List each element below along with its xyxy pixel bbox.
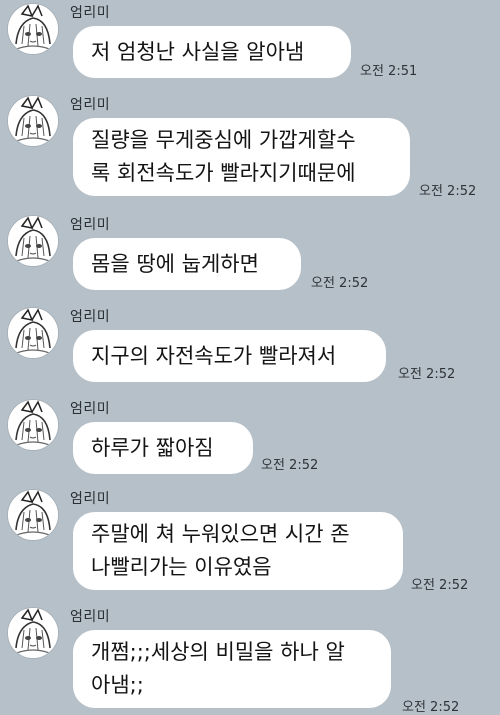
timestamp: 오전 2:52	[419, 184, 477, 199]
message-row: 엄리미 지구의 자전속도가 빨라져서 오전 2:52	[0, 306, 500, 392]
message-text-line: 개쩜;;;세상의 비밀을 하나 알	[91, 640, 345, 664]
timestamp: 오전 2:52	[311, 276, 369, 291]
message-bubble[interactable]: 저 엄청난 사실을 알아냄	[73, 26, 351, 78]
message-row: 엄리미 개쩜;;;세상의 비밀을 하나 알 아냄;; 오전 2:52	[0, 606, 500, 715]
timestamp: 오전 2:52	[402, 700, 460, 715]
message-text-line: 나빨리가는 이유였음	[91, 555, 272, 579]
sender-name: 엄리미	[70, 309, 111, 325]
avatar[interactable]	[8, 96, 58, 146]
avatar[interactable]	[8, 216, 58, 266]
message-text-line: 록 회전속도가 빨라지기때문에	[91, 161, 356, 185]
message-text-line: 주말에 쳐 누워있으면 시간 존	[91, 522, 350, 546]
avatar-illustration-icon	[8, 608, 58, 658]
message-text: 저 엄청난 사실을 알아냄	[91, 40, 305, 64]
avatar-illustration-icon	[8, 400, 58, 450]
message-text: 몸을 땅에 눕게하면	[91, 252, 259, 276]
avatar-illustration-icon	[8, 308, 58, 358]
avatar[interactable]	[8, 308, 58, 358]
message-text-line: 아냄;;	[91, 673, 144, 697]
message-text-line: 질량을 무게중심에 가깝게할수	[91, 128, 356, 152]
message-bubble[interactable]: 개쩜;;;세상의 비밀을 하나 알 아냄;;	[73, 630, 391, 708]
sender-name: 엄리미	[70, 217, 111, 233]
avatar-illustration-icon	[8, 4, 58, 54]
message-bubble[interactable]: 지구의 자전속도가 빨라져서	[73, 330, 386, 382]
message-row: 엄리미 하루가 짧아짐 오전 2:52	[0, 398, 500, 484]
chat-window: 엄리미 저 엄청난 사실을 알아냄 오전 2:51 엄리미 질량을 무게중심에 …	[0, 0, 500, 715]
sender-name: 엄리미	[70, 401, 111, 417]
sender-name: 엄리미	[70, 5, 111, 21]
message-text: 하루가 짧아짐	[91, 436, 214, 460]
message-row: 엄리미 주말에 쳐 누워있으면 시간 존 나빨리가는 이유였음 오전 2:52	[0, 488, 500, 600]
message-bubble[interactable]: 주말에 쳐 누워있으면 시간 존 나빨리가는 이유였음	[73, 512, 403, 590]
message-row: 엄리미 몸을 땅에 눕게하면 오전 2:52	[0, 214, 500, 300]
message-row: 엄리미 저 엄청난 사실을 알아냄 오전 2:51	[0, 2, 500, 88]
avatar[interactable]	[8, 490, 58, 540]
avatar[interactable]	[8, 400, 58, 450]
message-bubble[interactable]: 하루가 짧아짐	[73, 422, 253, 474]
timestamp: 오전 2:52	[411, 578, 469, 593]
sender-name: 엄리미	[70, 491, 111, 507]
message-row: 엄리미 질량을 무게중심에 가깝게할수 록 회전속도가 빨라지기때문에 오전 2…	[0, 94, 500, 206]
timestamp: 오전 2:52	[261, 458, 319, 473]
avatar[interactable]	[8, 608, 58, 658]
timestamp: 오전 2:51	[360, 64, 418, 79]
message-bubble[interactable]: 몸을 땅에 눕게하면	[73, 238, 301, 290]
message-bubble[interactable]: 질량을 무게중심에 가깝게할수 록 회전속도가 빨라지기때문에	[73, 118, 410, 196]
avatar[interactable]	[8, 4, 58, 54]
sender-name: 엄리미	[70, 609, 111, 625]
avatar-illustration-icon	[8, 490, 58, 540]
sender-name: 엄리미	[70, 97, 111, 113]
timestamp: 오전 2:52	[398, 367, 456, 382]
avatar-illustration-icon	[8, 96, 58, 146]
avatar-illustration-icon	[8, 216, 58, 266]
message-text: 지구의 자전속도가 빨라져서	[91, 344, 337, 368]
